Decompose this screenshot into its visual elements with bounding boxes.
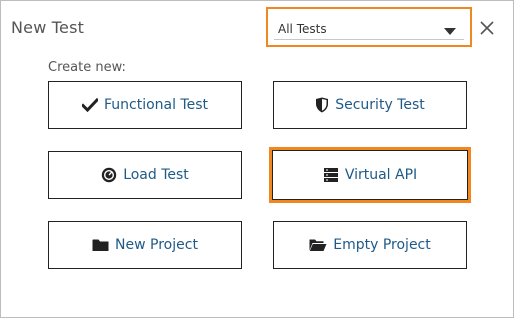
new-test-dialog: New Test All Tests Create new: Functiona… [0, 0, 514, 318]
functional-test-label: Functional Test [103, 97, 209, 113]
dialog-title: New Test [11, 18, 85, 37]
folder-open-icon [309, 238, 327, 252]
empty-project-button[interactable]: Empty Project [273, 221, 467, 269]
chevron-down-icon [444, 28, 456, 35]
virtual-api-button[interactable]: Virtual API [269, 147, 471, 203]
close-icon [480, 21, 494, 35]
new-project-button[interactable]: New Project [48, 221, 242, 269]
new-project-label: New Project [115, 237, 198, 253]
dropdown-field: All Tests [274, 16, 464, 40]
test-type-dropdown[interactable]: All Tests [266, 7, 472, 47]
load-test-label: Load Test [123, 167, 189, 183]
empty-project-label: Empty Project [333, 237, 431, 253]
load-test-button[interactable]: Load Test [48, 151, 242, 199]
checkmark-icon [81, 98, 98, 112]
security-test-label: Security Test [335, 97, 425, 113]
create-new-label: Create new: [48, 60, 126, 75]
virtual-api-label: Virtual API [344, 167, 418, 183]
gauge-icon [101, 167, 117, 183]
dropdown-selected-value: All Tests [278, 22, 327, 36]
server-icon [323, 167, 339, 183]
folder-icon [92, 238, 109, 252]
close-button[interactable] [478, 19, 496, 37]
shield-icon [315, 97, 329, 113]
functional-test-button[interactable]: Functional Test [48, 81, 242, 129]
security-test-button[interactable]: Security Test [273, 81, 467, 129]
